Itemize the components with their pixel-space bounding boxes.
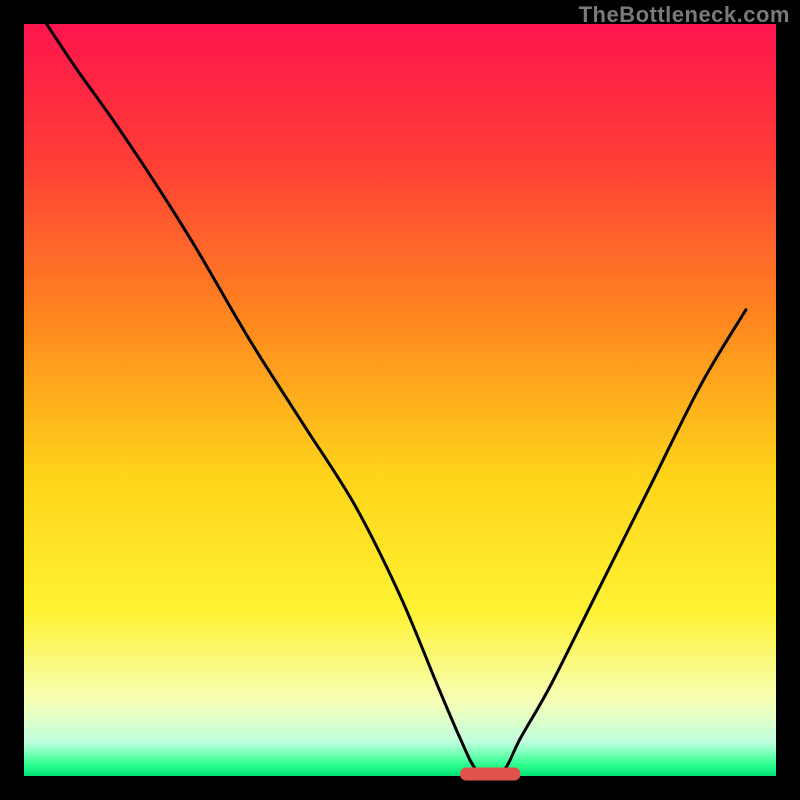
chart-container: TheBottleneck.com: [0, 0, 800, 800]
chart-gradient-bg: [24, 24, 776, 776]
bottleneck-chart: [0, 0, 800, 800]
watermark-text: TheBottleneck.com: [579, 2, 790, 28]
optimum-marker: [460, 768, 520, 781]
